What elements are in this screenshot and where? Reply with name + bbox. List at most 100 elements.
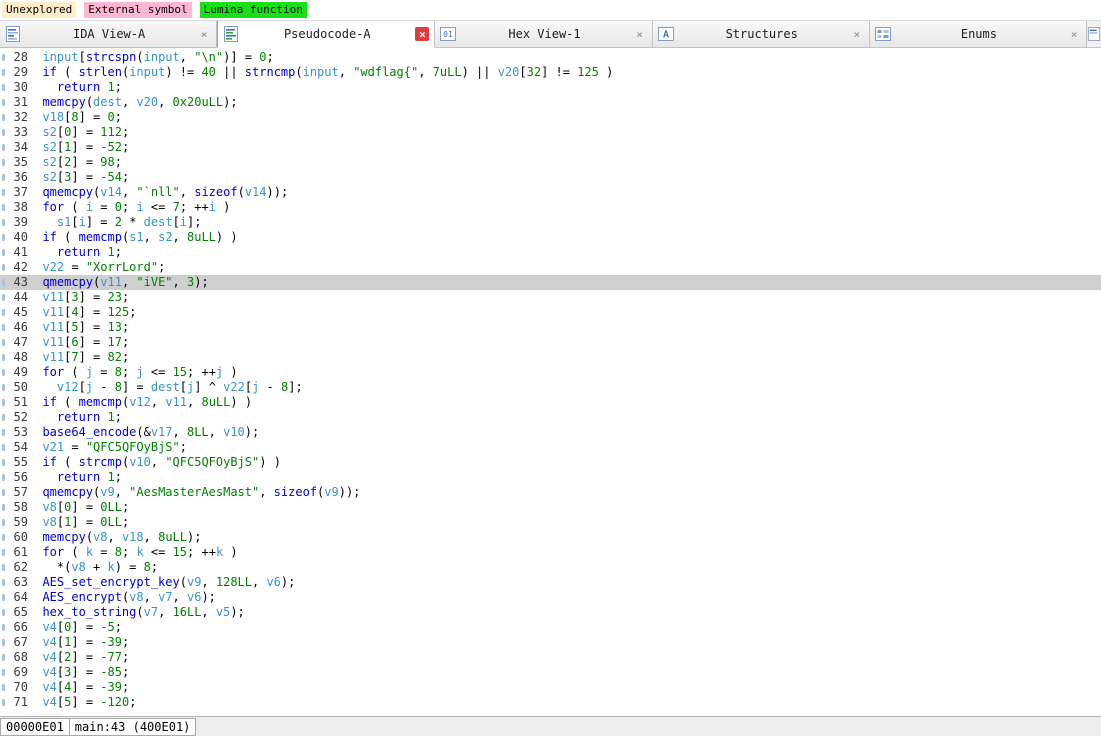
line-number: 67: [13, 635, 28, 649]
code-line-53[interactable]: 53 base64_encode(&v17, 8LL, v10);: [0, 425, 1101, 440]
line-mark-icon: [0, 215, 9, 230]
code-text: hex_to_string(v7, 16LL, v5);: [42, 605, 245, 619]
line-mark-icon: [0, 245, 9, 260]
code-line-66[interactable]: 66 v4[0] = -5;: [0, 620, 1101, 635]
line-number: 35: [13, 155, 28, 169]
code-text: s1[i] = 2 * dest[i];: [56, 215, 202, 229]
code-line-36[interactable]: 36 s2[3] = -54;: [0, 170, 1101, 185]
code-line-29[interactable]: 29 if ( strlen(input) != 40 || strncmp(i…: [0, 65, 1101, 80]
code-line-61[interactable]: 61 for ( k = 8; k <= 15; ++k ): [0, 545, 1101, 560]
code-text: v4[5] = -120;: [42, 695, 137, 709]
code-text: v4[3] = -85;: [42, 665, 130, 679]
tab-structures[interactable]: A Structures ×: [652, 21, 870, 48]
line-number: 39: [13, 215, 28, 229]
line-number: 66: [13, 620, 28, 634]
pseudocode-view[interactable]: 28 input[strcspn(input, "\n")] = 0; 29 if…: [0, 48, 1101, 716]
code-line-71[interactable]: 71 v4[5] = -120;: [0, 695, 1101, 710]
code-line-50[interactable]: 50 v12[j - 8] = dest[j] ^ v22[j - 8];: [0, 380, 1101, 395]
code-line-39[interactable]: 39 s1[i] = 2 * dest[i];: [0, 215, 1101, 230]
line-mark-icon: [0, 125, 9, 140]
code-line-41[interactable]: 41 return 1;: [0, 245, 1101, 260]
line-number: 38: [13, 200, 28, 214]
tab-close-icon[interactable]: ×: [197, 27, 211, 41]
code-text: s2[3] = -54;: [42, 170, 130, 184]
tab-hex-view-1[interactable]: 01 Hex View-1 ×: [435, 21, 653, 48]
clipped-tab-icon[interactable]: [1087, 21, 1101, 48]
line-number: 45: [13, 305, 28, 319]
code-line-58[interactable]: 58 v8[0] = 0LL;: [0, 500, 1101, 515]
legend-external-symbol: External symbol: [84, 2, 192, 18]
line-mark-icon: [0, 590, 9, 605]
status-location: main:43 (400E01): [69, 717, 197, 736]
code-line-62[interactable]: 62 *(v8 + k) = 8;: [0, 560, 1101, 575]
code-line-56[interactable]: 56 return 1;: [0, 470, 1101, 485]
code-line-63[interactable]: 63 AES_set_encrypt_key(v9, 128LL, v6);: [0, 575, 1101, 590]
line-mark-icon: [0, 485, 9, 500]
line-mark-icon: [0, 50, 9, 65]
tab-close-icon[interactable]: ×: [1067, 27, 1081, 41]
code-text: if ( strcmp(v10, "QFC5QFOyBjS") ): [42, 455, 281, 469]
line-number: 65: [13, 605, 28, 619]
code-line-44[interactable]: 44 v11[3] = 23;: [0, 290, 1101, 305]
code-line-40[interactable]: 40 if ( memcmp(s1, s2, 8uLL) ): [0, 230, 1101, 245]
code-line-57[interactable]: 57 qmemcpy(v9, "AesMasterAesMast", sizeo…: [0, 485, 1101, 500]
line-number: 64: [13, 590, 28, 604]
code-line-46[interactable]: 46 v11[5] = 13;: [0, 320, 1101, 335]
code-line-37[interactable]: 37 qmemcpy(v14, "`nll", sizeof(v14));: [0, 185, 1101, 200]
code-line-30[interactable]: 30 return 1;: [0, 80, 1101, 95]
code-line-48[interactable]: 48 v11[7] = 82;: [0, 350, 1101, 365]
code-line-38[interactable]: 38 for ( i = 0; i <= 7; ++i ): [0, 200, 1101, 215]
line-number: 41: [13, 245, 28, 259]
code-text: v11[4] = 125;: [42, 305, 137, 319]
code-text: v18[8] = 0;: [42, 110, 122, 124]
line-mark-icon: [0, 635, 9, 650]
line-number: 48: [13, 350, 28, 364]
code-line-34[interactable]: 34 s2[1] = -52;: [0, 140, 1101, 155]
code-line-67[interactable]: 67 v4[1] = -39;: [0, 635, 1101, 650]
code-text: if ( strlen(input) != 40 || strncmp(inpu…: [42, 65, 614, 79]
code-text: for ( i = 0; i <= 7; ++i ): [42, 200, 231, 214]
code-line-35[interactable]: 35 s2[2] = 98;: [0, 155, 1101, 170]
code-text: v11[3] = 23;: [42, 290, 130, 304]
code-line-51[interactable]: 51 if ( memcmp(v12, v11, 8uLL) ): [0, 395, 1101, 410]
tab-ida-view-a[interactable]: IDA View-A ×: [0, 21, 218, 48]
code-line-33[interactable]: 33 s2[0] = 112;: [0, 125, 1101, 140]
code-line-32[interactable]: 32 v18[8] = 0;: [0, 110, 1101, 125]
line-mark-icon: [0, 350, 9, 365]
line-mark-icon: [0, 620, 9, 635]
code-line-54[interactable]: 54 v21 = "QFC5QFOyBjS";: [0, 440, 1101, 455]
code-line-42[interactable]: 42 v22 = "XorrLord";: [0, 260, 1101, 275]
code-text: v11[7] = 82;: [42, 350, 130, 364]
code-line-47[interactable]: 47 v11[6] = 17;: [0, 335, 1101, 350]
tab-enums[interactable]: Enums ×: [869, 21, 1088, 48]
code-text: memcpy(v8, v18, 8uLL);: [42, 530, 202, 544]
code-line-31[interactable]: 31 memcpy(dest, v20, 0x20uLL);: [0, 95, 1101, 110]
code-line-43[interactable]: 43 qmemcpy(v11, "iVE", 3);: [0, 275, 1101, 290]
code-line-28[interactable]: 28 input[strcspn(input, "\n")] = 0;: [0, 50, 1101, 65]
tab-close-icon[interactable]: ×: [633, 27, 647, 41]
line-number: 46: [13, 320, 28, 334]
code-line-59[interactable]: 59 v8[1] = 0LL;: [0, 515, 1101, 530]
code-text: base64_encode(&v17, 8LL, v10);: [42, 425, 260, 439]
pseudocode-icon: [223, 26, 239, 42]
code-text: return 1;: [56, 80, 122, 94]
line-number: 47: [13, 335, 28, 349]
code-line-64[interactable]: 64 AES_encrypt(v8, v7, v6);: [0, 590, 1101, 605]
code-text: v21 = "QFC5QFOyBjS";: [42, 440, 187, 454]
line-mark-icon: [0, 410, 9, 425]
code-line-55[interactable]: 55 if ( strcmp(v10, "QFC5QFOyBjS") ): [0, 455, 1101, 470]
code-line-45[interactable]: 45 v11[4] = 125;: [0, 305, 1101, 320]
code-line-52[interactable]: 52 return 1;: [0, 410, 1101, 425]
tab-pseudocode-a[interactable]: Pseudocode-A ×: [217, 21, 436, 48]
code-line-60[interactable]: 60 memcpy(v8, v18, 8uLL);: [0, 530, 1101, 545]
line-mark-icon: [0, 665, 9, 680]
code-line-69[interactable]: 69 v4[3] = -85;: [0, 665, 1101, 680]
code-line-65[interactable]: 65 hex_to_string(v7, 16LL, v5);: [0, 605, 1101, 620]
tab-close-icon[interactable]: ×: [415, 27, 430, 41]
tab-close-icon[interactable]: ×: [850, 27, 864, 41]
code-line-49[interactable]: 49 for ( j = 8; j <= 15; ++j ): [0, 365, 1101, 380]
line-mark-icon: [0, 395, 9, 410]
code-text: qmemcpy(v14, "`nll", sizeof(v14));: [42, 185, 289, 199]
code-line-68[interactable]: 68 v4[2] = -77;: [0, 650, 1101, 665]
code-line-70[interactable]: 70 v4[4] = -39;: [0, 680, 1101, 695]
